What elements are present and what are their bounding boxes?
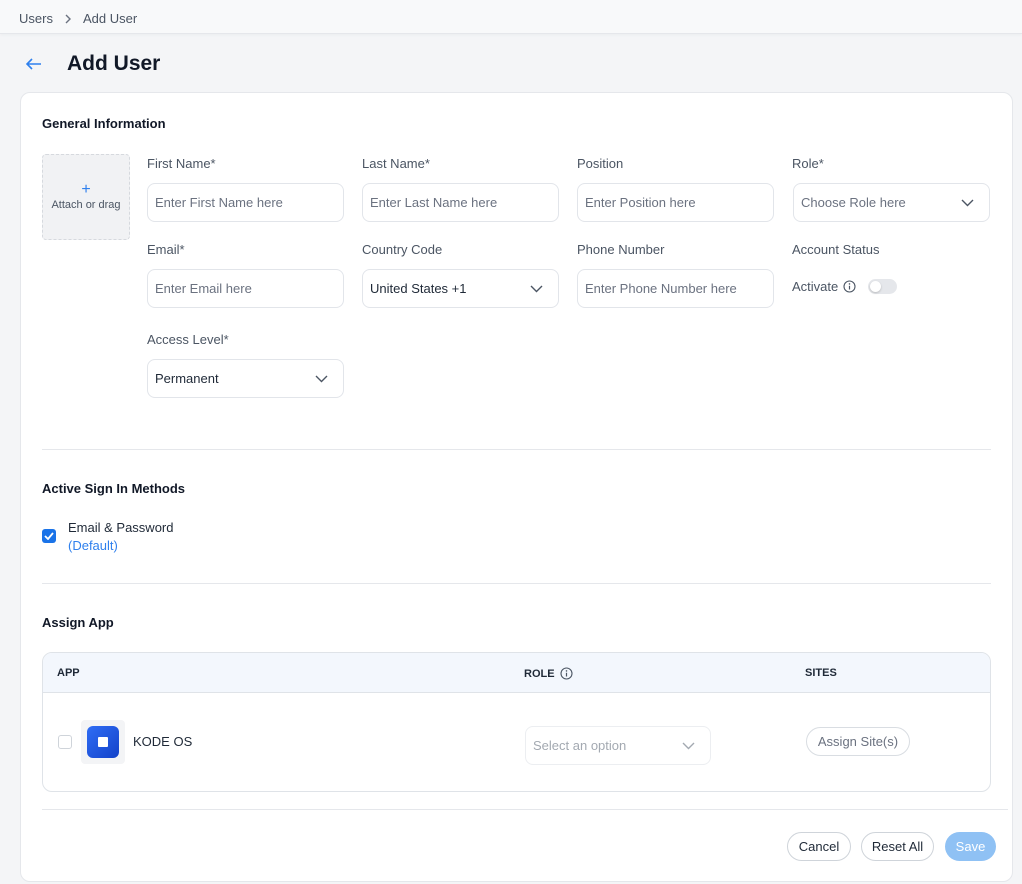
chevron-right-icon (63, 12, 73, 26)
app-name: KODE OS (133, 734, 193, 749)
section-divider (42, 583, 991, 584)
phone-number-input[interactable] (577, 269, 774, 308)
account-status-row: Activate (792, 279, 898, 294)
chevron-down-icon (960, 196, 974, 210)
role-select[interactable]: Choose Role here (793, 183, 990, 222)
kode-os-logo (81, 720, 125, 764)
info-icon[interactable] (560, 667, 573, 680)
role-label: Role* (792, 156, 824, 171)
default-badge: (Default) (68, 538, 118, 553)
back-arrow-icon[interactable] (24, 54, 44, 74)
chevron-down-icon (529, 282, 543, 296)
email-input[interactable] (147, 269, 344, 308)
column-role: ROLE (524, 667, 573, 680)
position-label: Position (577, 156, 624, 171)
app-logo-icon (87, 726, 119, 758)
access-level-select[interactable]: Permanent (147, 359, 344, 398)
footer-divider (42, 809, 1008, 810)
last-name-label: Last Name* (362, 156, 430, 171)
avatar-upload[interactable]: + Attach or drag (42, 154, 130, 240)
page-title: Add User (67, 52, 161, 75)
top-bar: Users Add User (0, 0, 1022, 34)
app-role-placeholder: Select an option (533, 738, 627, 753)
account-status-toggle[interactable] (868, 279, 898, 294)
account-status-label: Account Status (792, 242, 880, 257)
app-role-select[interactable]: Select an option (525, 726, 711, 765)
breadcrumb: Users Add User (19, 11, 137, 26)
email-password-checkbox[interactable] (42, 529, 56, 543)
page-header: Add User (24, 50, 160, 78)
app-row-checkbox[interactable] (58, 735, 72, 749)
column-role-label: ROLE (524, 667, 555, 680)
first-name-label: First Name* (147, 156, 216, 171)
assign-app-title: Assign App (42, 615, 114, 630)
country-code-value: United States +1 (370, 281, 467, 296)
general-information-title: General Information (42, 116, 166, 131)
cancel-button[interactable]: Cancel (787, 832, 851, 861)
column-app: APP (57, 667, 80, 679)
role-select-placeholder: Choose Role here (801, 195, 906, 210)
phone-number-label: Phone Number (577, 242, 665, 257)
assign-sites-button[interactable]: Assign Site(s) (806, 727, 910, 756)
country-code-select[interactable]: United States +1 (362, 269, 559, 308)
position-input[interactable] (577, 183, 774, 222)
access-level-value: Permanent (155, 371, 219, 386)
save-button[interactable]: Save (945, 832, 996, 861)
assign-app-table: APP ROLE SITES KODE OS Select an option (42, 652, 991, 792)
column-sites: SITES (805, 667, 837, 679)
section-divider (42, 449, 991, 450)
sign-in-methods-title: Active Sign In Methods (42, 481, 186, 496)
avatar-upload-text: Attach or drag (51, 199, 121, 211)
chevron-down-icon (681, 739, 695, 753)
reset-all-button[interactable]: Reset All (861, 832, 934, 861)
country-code-label: Country Code (362, 242, 443, 257)
add-user-form: General Information + Attach or drag Fir… (20, 92, 1013, 882)
first-name-input[interactable] (147, 183, 344, 222)
breadcrumb-users[interactable]: Users (19, 11, 53, 26)
breadcrumb-current: Add User (82, 11, 138, 26)
toggle-knob (870, 281, 882, 292)
activate-label: Activate (792, 279, 839, 294)
table-header: APP ROLE SITES (43, 653, 990, 693)
email-label: Email* (147, 242, 185, 257)
chevron-down-icon (314, 372, 328, 386)
email-password-label: Email & Password (68, 520, 174, 535)
last-name-input[interactable] (362, 183, 559, 222)
info-icon[interactable] (843, 280, 856, 293)
plus-icon: + (81, 181, 91, 198)
access-level-label: Access Level* (147, 332, 229, 347)
